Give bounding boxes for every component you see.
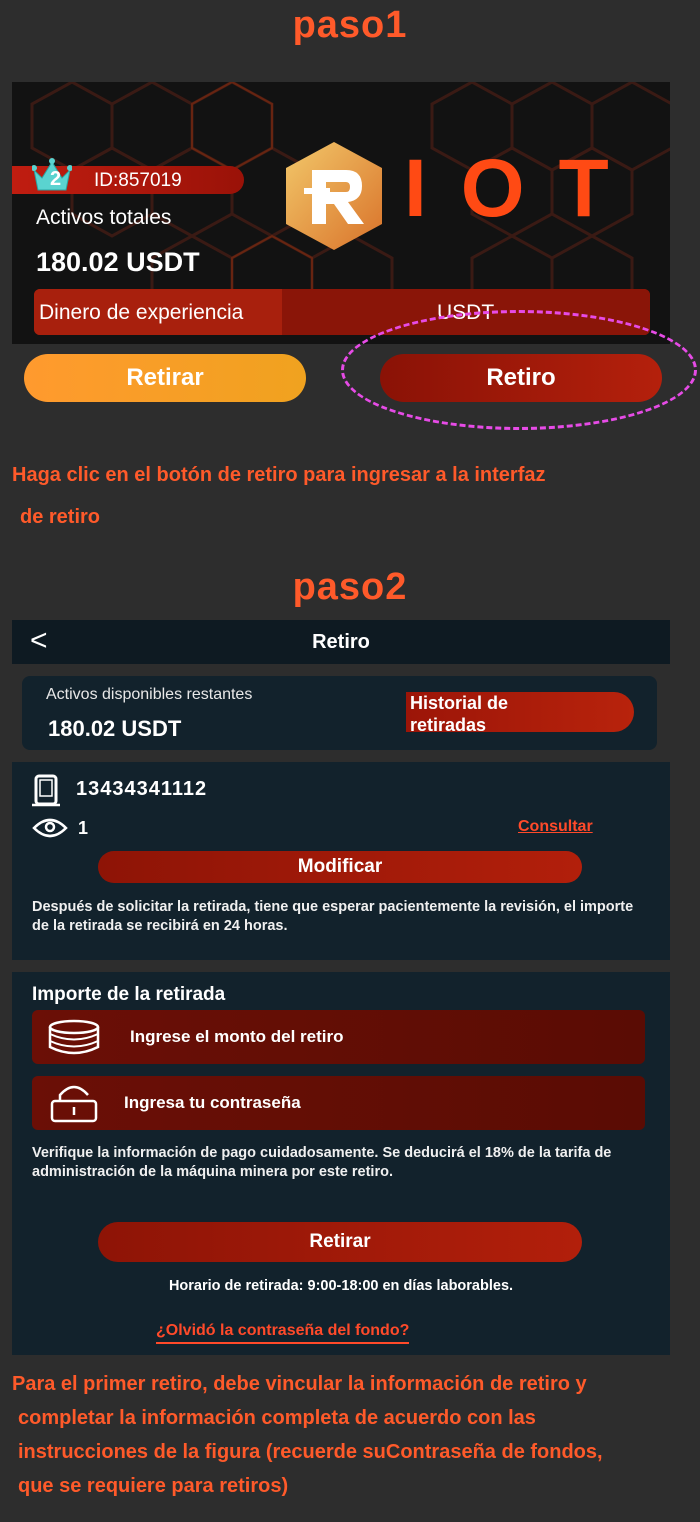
user-id: ID:857019 <box>94 170 182 191</box>
location-eye-icon <box>32 818 68 838</box>
available-assets-label: Activos disponibles restantes <box>46 686 253 703</box>
submit-withdraw-button[interactable]: Retirar <box>98 1222 582 1262</box>
withdraw-schedule: Horario de retirada: 9:00-18:00 en días … <box>168 1278 514 1294</box>
coins-icon <box>48 1019 100 1055</box>
password-input[interactable]: Ingresa tu contraseña <box>32 1076 645 1130</box>
amount-input[interactable]: Ingrese el monto del retiro <box>32 1010 645 1064</box>
phone-icon <box>32 774 60 807</box>
amount-placeholder: Ingrese el monto del retiro <box>130 1027 344 1046</box>
step2-instruction-line3: instrucciones de la figura (recuerde suC… <box>18 1441 603 1463</box>
fee-warning: Verifique la información de pago cuidado… <box>32 1145 612 1180</box>
history-label-line2: retiradas <box>410 715 487 735</box>
withdraw-topbar: < Retiro <box>12 620 670 664</box>
address-count: 1 <box>78 818 89 838</box>
consult-link[interactable]: Consultar <box>518 818 593 836</box>
brand-logo-text: IOT <box>404 143 643 234</box>
step2-instruction-line1: Para el primer retiro, debe vincular la … <box>12 1373 587 1395</box>
step2-instruction-line2: completar la información completa de acu… <box>18 1407 536 1429</box>
withdraw-history-button[interactable]: Historial de retiradas <box>406 692 634 735</box>
phone-number: 13434341112 <box>76 778 208 800</box>
forgot-fund-password-link[interactable]: ¿Olvidó la contraseña del fondo? <box>156 1322 410 1344</box>
step1-instruction-line1: Haga clic en el botón de retiro para ing… <box>12 464 546 486</box>
experience-money-label: Dinero de experiencia <box>39 301 244 324</box>
history-label-line1: Historial de <box>410 693 509 713</box>
review-notice: Después de solicitar la retirada, tiene … <box>32 899 634 934</box>
account-banner: 2 ID:857019 Activos totales 180.02 USDT … <box>12 82 670 344</box>
step2-title: paso2 <box>292 566 408 608</box>
page-title: Retiro <box>312 631 370 653</box>
retirar-button[interactable]: Retirar <box>24 354 306 402</box>
step2-instruction-line4: que se requiere para retiros) <box>18 1475 289 1497</box>
withdraw-info-card: 13434341112 1 Consultar Modificar Despué… <box>12 762 670 960</box>
password-placeholder: Ingresa tu contraseña <box>124 1093 301 1112</box>
available-assets-value: 180.02 USDT <box>48 716 182 741</box>
withdraw-amount-title: Importe de la retirada <box>32 984 226 1005</box>
highlight-annotation <box>341 310 697 430</box>
step1-title: paso1 <box>292 4 408 46</box>
withdraw-form-card: Importe de la retirada Ingrese el monto … <box>12 972 670 1355</box>
lock-icon <box>50 1085 98 1123</box>
step1-instruction-line2: de retiro <box>20 506 101 528</box>
available-assets-card: Activos disponibles restantes 180.02 USD… <box>22 676 657 750</box>
modify-button[interactable]: Modificar <box>98 851 582 883</box>
total-assets-label: Activos totales <box>36 206 172 229</box>
riot-logo-icon <box>286 142 382 250</box>
vip-level: 2 <box>50 168 62 190</box>
total-assets-value: 180.02 USDT <box>36 247 200 277</box>
